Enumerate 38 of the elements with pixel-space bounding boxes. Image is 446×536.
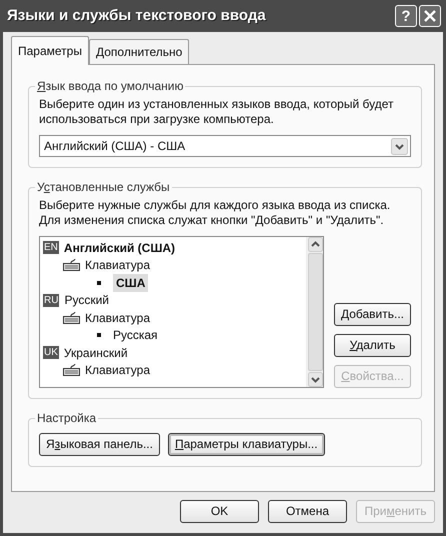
settings-button[interactable]: Языковая панель... bbox=[39, 433, 160, 456]
language-dropdown[interactable]: Английский (США) - США bbox=[39, 135, 411, 157]
group-label: Язык ввода по умолчанию bbox=[36, 78, 184, 95]
tree-item[interactable]: Клавиатура bbox=[85, 361, 150, 380]
language-code-badge: UK bbox=[43, 346, 59, 360]
close-button[interactable] bbox=[419, 5, 441, 27]
tree-item[interactable]: Английский (США) bbox=[64, 238, 176, 257]
tree-item[interactable]: Украинский bbox=[64, 344, 128, 362]
group-label: Установленные службы bbox=[36, 179, 171, 196]
description-text: Выберите нужные службы для каждого языка ввода из списка. Для изменения списка служат кнопки "Добавить" и "Удалить". bbox=[39, 198, 392, 228]
scroll-down-icon[interactable] bbox=[308, 372, 322, 387]
tab[interactable]: Параметры bbox=[11, 36, 89, 65]
tab[interactable]: Дополнительно bbox=[88, 39, 190, 64]
description-text: Выберите один из установленных языков ввода, который будет использоваться при загрузке компьютера. bbox=[39, 97, 395, 127]
keyboard-icon bbox=[63, 259, 80, 272]
help-button[interactable]: ? bbox=[395, 5, 417, 27]
services-tree[interactable]: EN Английский (США) Клавиатура США RU Русский Клавиатура Русская UK Украинский Клавиатура bbox=[39, 236, 324, 388]
dialog-button[interactable]: OK bbox=[180, 500, 259, 523]
scrollbar[interactable] bbox=[306, 237, 323, 387]
tree-item[interactable]: Клавиатура bbox=[85, 256, 150, 274]
service-button[interactable]: Добавить... bbox=[334, 303, 411, 326]
dialog-button[interactable]: Отмена bbox=[268, 500, 347, 523]
tree-item[interactable]: Русская bbox=[113, 326, 158, 344]
service-button[interactable]: Удалить bbox=[334, 334, 411, 357]
close-icon bbox=[423, 9, 437, 23]
language-code-badge: EN bbox=[43, 241, 59, 254]
window-title: Языки и службы текстового ввода bbox=[7, 6, 266, 26]
keyboard-icon bbox=[63, 312, 80, 324]
tree-item[interactable]: Русский bbox=[64, 291, 109, 310]
bullet-icon bbox=[97, 280, 101, 285]
group-label: Настройка bbox=[36, 410, 98, 427]
language-code-badge: RU bbox=[43, 294, 60, 307]
scroll-up-icon[interactable] bbox=[308, 237, 322, 252]
settings-button[interactable]: Параметры клавиатуры... bbox=[168, 433, 325, 456]
keyboard-icon bbox=[63, 364, 80, 376]
tree-item[interactable]: Клавиатура bbox=[85, 308, 150, 327]
bullet-icon bbox=[97, 333, 101, 338]
tree-item[interactable]: США bbox=[113, 274, 148, 292]
